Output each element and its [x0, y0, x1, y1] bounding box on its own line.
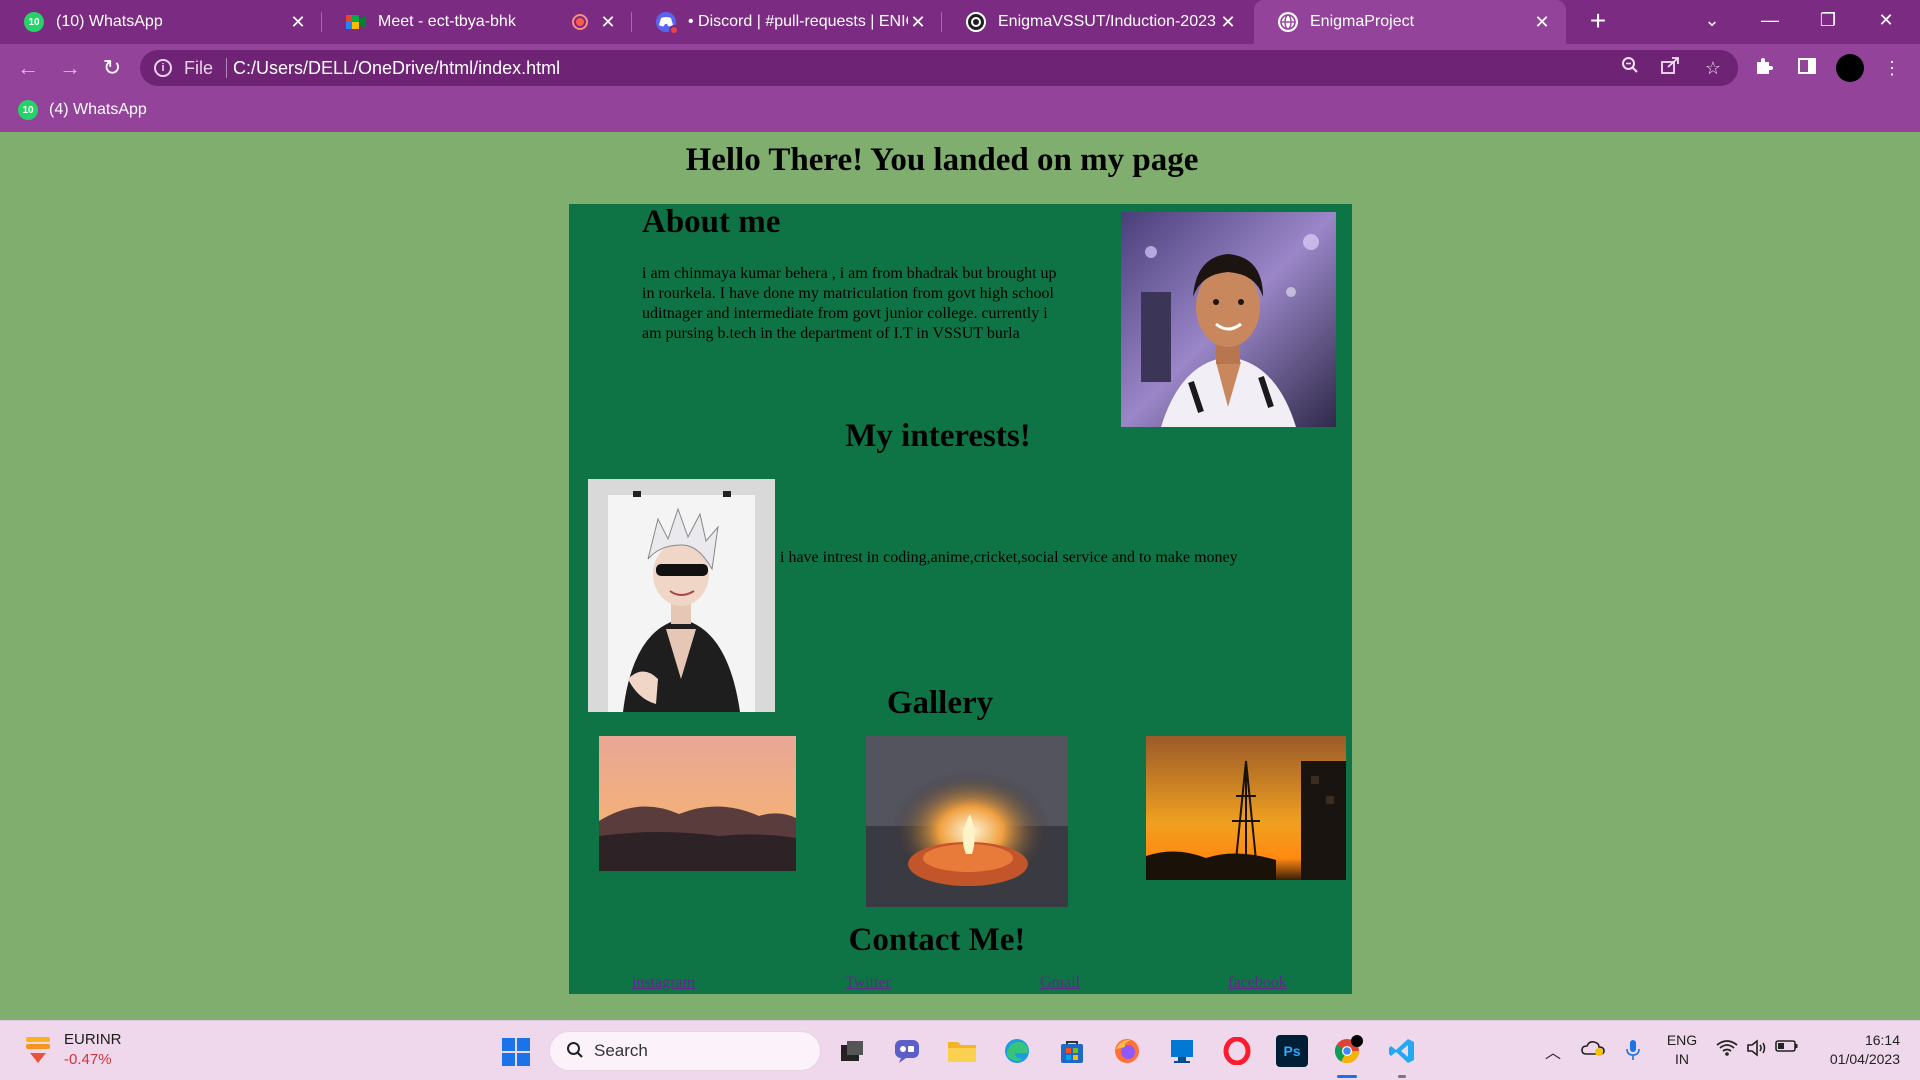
gmail-link[interactable]: Gmail: [1040, 974, 1080, 992]
facebook-link[interactable]: facebook: [1228, 974, 1287, 992]
ticker-change[interactable]: -0.47%: [64, 1051, 112, 1068]
chrome-icon[interactable]: [1331, 1035, 1363, 1067]
clock-time: 16:14: [1864, 1032, 1900, 1048]
restore-button[interactable]: ❐: [1799, 0, 1857, 44]
windows-start-icon[interactable]: [502, 1038, 530, 1066]
forward-button[interactable]: →: [54, 52, 86, 84]
close-icon[interactable]: ✕: [1532, 12, 1552, 33]
whatsapp-icon: 10: [18, 100, 38, 120]
microphone-icon[interactable]: [1621, 1039, 1645, 1066]
side-panel-icon[interactable]: [1795, 56, 1819, 80]
task-view-icon[interactable]: [836, 1035, 868, 1067]
clock-date: 01/04/2023: [1829, 1051, 1900, 1067]
window-close-button[interactable]: ✕: [1857, 0, 1915, 44]
address-scheme: File: [184, 58, 214, 78]
address-url[interactable]: C:/Users/DELL/OneDrive/html/index.html: [233, 58, 560, 79]
close-icon[interactable]: ✕: [598, 12, 618, 33]
bookmark-label: (4) WhatsApp: [49, 101, 147, 118]
gallery-heading: Gallery: [886, 685, 994, 721]
taskbar-search[interactable]: Search: [549, 1031, 821, 1071]
profile-photo: [1121, 212, 1336, 427]
address-divider: [226, 58, 227, 78]
extensions-icon[interactable]: [1752, 56, 1776, 80]
vscode-open-indicator: [1398, 1075, 1406, 1078]
google-meet-icon: [346, 12, 366, 32]
browser-toolbar: ← → ↻ i File C:/Users/DELL/OneDrive/html…: [0, 44, 1920, 92]
about-text: i am chinmaya kumar behera , i am from b…: [642, 265, 1057, 342]
photoshop-icon[interactable]: Ps: [1276, 1035, 1308, 1067]
teams-chat-icon[interactable]: [891, 1035, 923, 1067]
gallery-image-diya-lamp: [866, 736, 1068, 907]
onedrive-icon[interactable]: [1581, 1039, 1605, 1062]
page-heading: Hello There! You landed on my page: [685, 142, 1199, 178]
tab-github[interactable]: EnigmaVSSUT/Induction-2023 ✕: [942, 0, 1252, 44]
battery-icon[interactable]: [1775, 1039, 1799, 1058]
bookmark-star-icon[interactable]: ☆: [1701, 56, 1725, 80]
close-icon[interactable]: ✕: [1218, 12, 1238, 33]
show-hidden-icons-icon[interactable]: ︿: [1541, 1039, 1565, 1063]
gallery-image-sunset-hills: [599, 736, 796, 871]
tab-strip: 10 (10) WhatsApp ✕ Meet - ect-tbya-bhk ✕…: [0, 0, 1920, 44]
volume-icon[interactable]: [1745, 1039, 1769, 1062]
bookmark-whatsapp[interactable]: 10 (4) WhatsApp: [18, 100, 147, 120]
tab-title: EnigmaVSSUT/Induction-2023: [998, 13, 1216, 30]
back-button[interactable]: ←: [12, 52, 44, 84]
zoom-icon[interactable]: [1618, 56, 1642, 80]
remote-desktop-icon[interactable]: [1166, 1035, 1198, 1067]
new-tab-button[interactable]: +: [1582, 6, 1614, 38]
close-icon[interactable]: ✕: [288, 12, 308, 33]
chrome-active-indicator: [1337, 1075, 1357, 1078]
system-clock[interactable]: 16:14 01/04/2023: [1816, 1031, 1900, 1069]
share-icon[interactable]: [1659, 56, 1683, 80]
tab-title: EnigmaProject: [1310, 13, 1415, 30]
region-code: IN: [1675, 1051, 1689, 1067]
anime-poster-image: [588, 479, 775, 712]
tab-enigmaproject[interactable]: EnigmaProject ✕: [1254, 0, 1566, 44]
tab-whatsapp[interactable]: 10 (10) WhatsApp ✕: [0, 0, 322, 44]
instagram-link[interactable]: instagram: [632, 974, 695, 992]
web-page: Hello There! You landed on my page About…: [0, 132, 1920, 1020]
menu-kebab-icon[interactable]: ⋮: [1880, 56, 1904, 80]
contact-heading: Contact Me!: [848, 922, 1026, 958]
content-card: About me i am chinmaya kumar behera , i …: [569, 204, 1352, 994]
search-placeholder: Search: [594, 1041, 648, 1060]
tab-discord[interactable]: • Discord | #pull-requests | ENIGMA ✕: [632, 0, 942, 44]
edge-browser-icon[interactable]: [1001, 1035, 1033, 1067]
twitter-link[interactable]: Twitter: [845, 974, 891, 992]
file-explorer-icon[interactable]: [946, 1035, 978, 1067]
vscode-icon[interactable]: [1386, 1035, 1418, 1067]
language-code: ENG: [1666, 1032, 1698, 1048]
stock-ticker-icon[interactable]: [24, 1035, 52, 1065]
tab-search-icon[interactable]: ⌄: [1683, 0, 1741, 44]
globe-icon: [1278, 12, 1298, 32]
discord-icon: [656, 12, 679, 35]
minimize-button[interactable]: —: [1741, 0, 1799, 44]
close-icon[interactable]: ✕: [908, 12, 928, 33]
interests-heading: My interests!: [845, 418, 1031, 454]
wifi-icon[interactable]: [1715, 1039, 1739, 1062]
windows-taskbar: EURINR -0.47% Search Ps ︿ ENG IN 16:14 0…: [0, 1020, 1920, 1080]
firefox-icon[interactable]: [1111, 1035, 1143, 1067]
search-icon: [566, 1041, 584, 1059]
tab-meet[interactable]: Meet - ect-tbya-bhk ✕: [322, 0, 632, 44]
github-icon: [966, 12, 986, 32]
profile-avatar[interactable]: [1836, 54, 1864, 82]
about-heading: About me: [642, 204, 781, 240]
bookmarks-bar: 10 (4) WhatsApp: [0, 92, 1920, 132]
info-icon[interactable]: i: [154, 59, 172, 77]
tab-title: • Discord | #pull-requests | ENIGMA: [688, 13, 908, 30]
microsoft-store-icon[interactable]: [1056, 1035, 1088, 1067]
gallery-image-sunset-tower: [1146, 736, 1346, 880]
input-language[interactable]: ENG IN: [1666, 1031, 1698, 1069]
address-bar[interactable]: i File C:/Users/DELL/OneDrive/html/index…: [140, 50, 1738, 86]
recording-icon: [572, 14, 588, 30]
whatsapp-icon: 10: [24, 12, 44, 32]
reload-button[interactable]: ↻: [96, 52, 128, 84]
tab-title: (10) WhatsApp: [56, 13, 163, 30]
ticker-symbol[interactable]: EURINR: [64, 1031, 122, 1048]
tab-title: Meet - ect-tbya-bhk: [378, 13, 516, 30]
opera-icon[interactable]: [1221, 1035, 1253, 1067]
interests-text: i have intrest in coding,anime,cricket,s…: [780, 549, 1238, 566]
